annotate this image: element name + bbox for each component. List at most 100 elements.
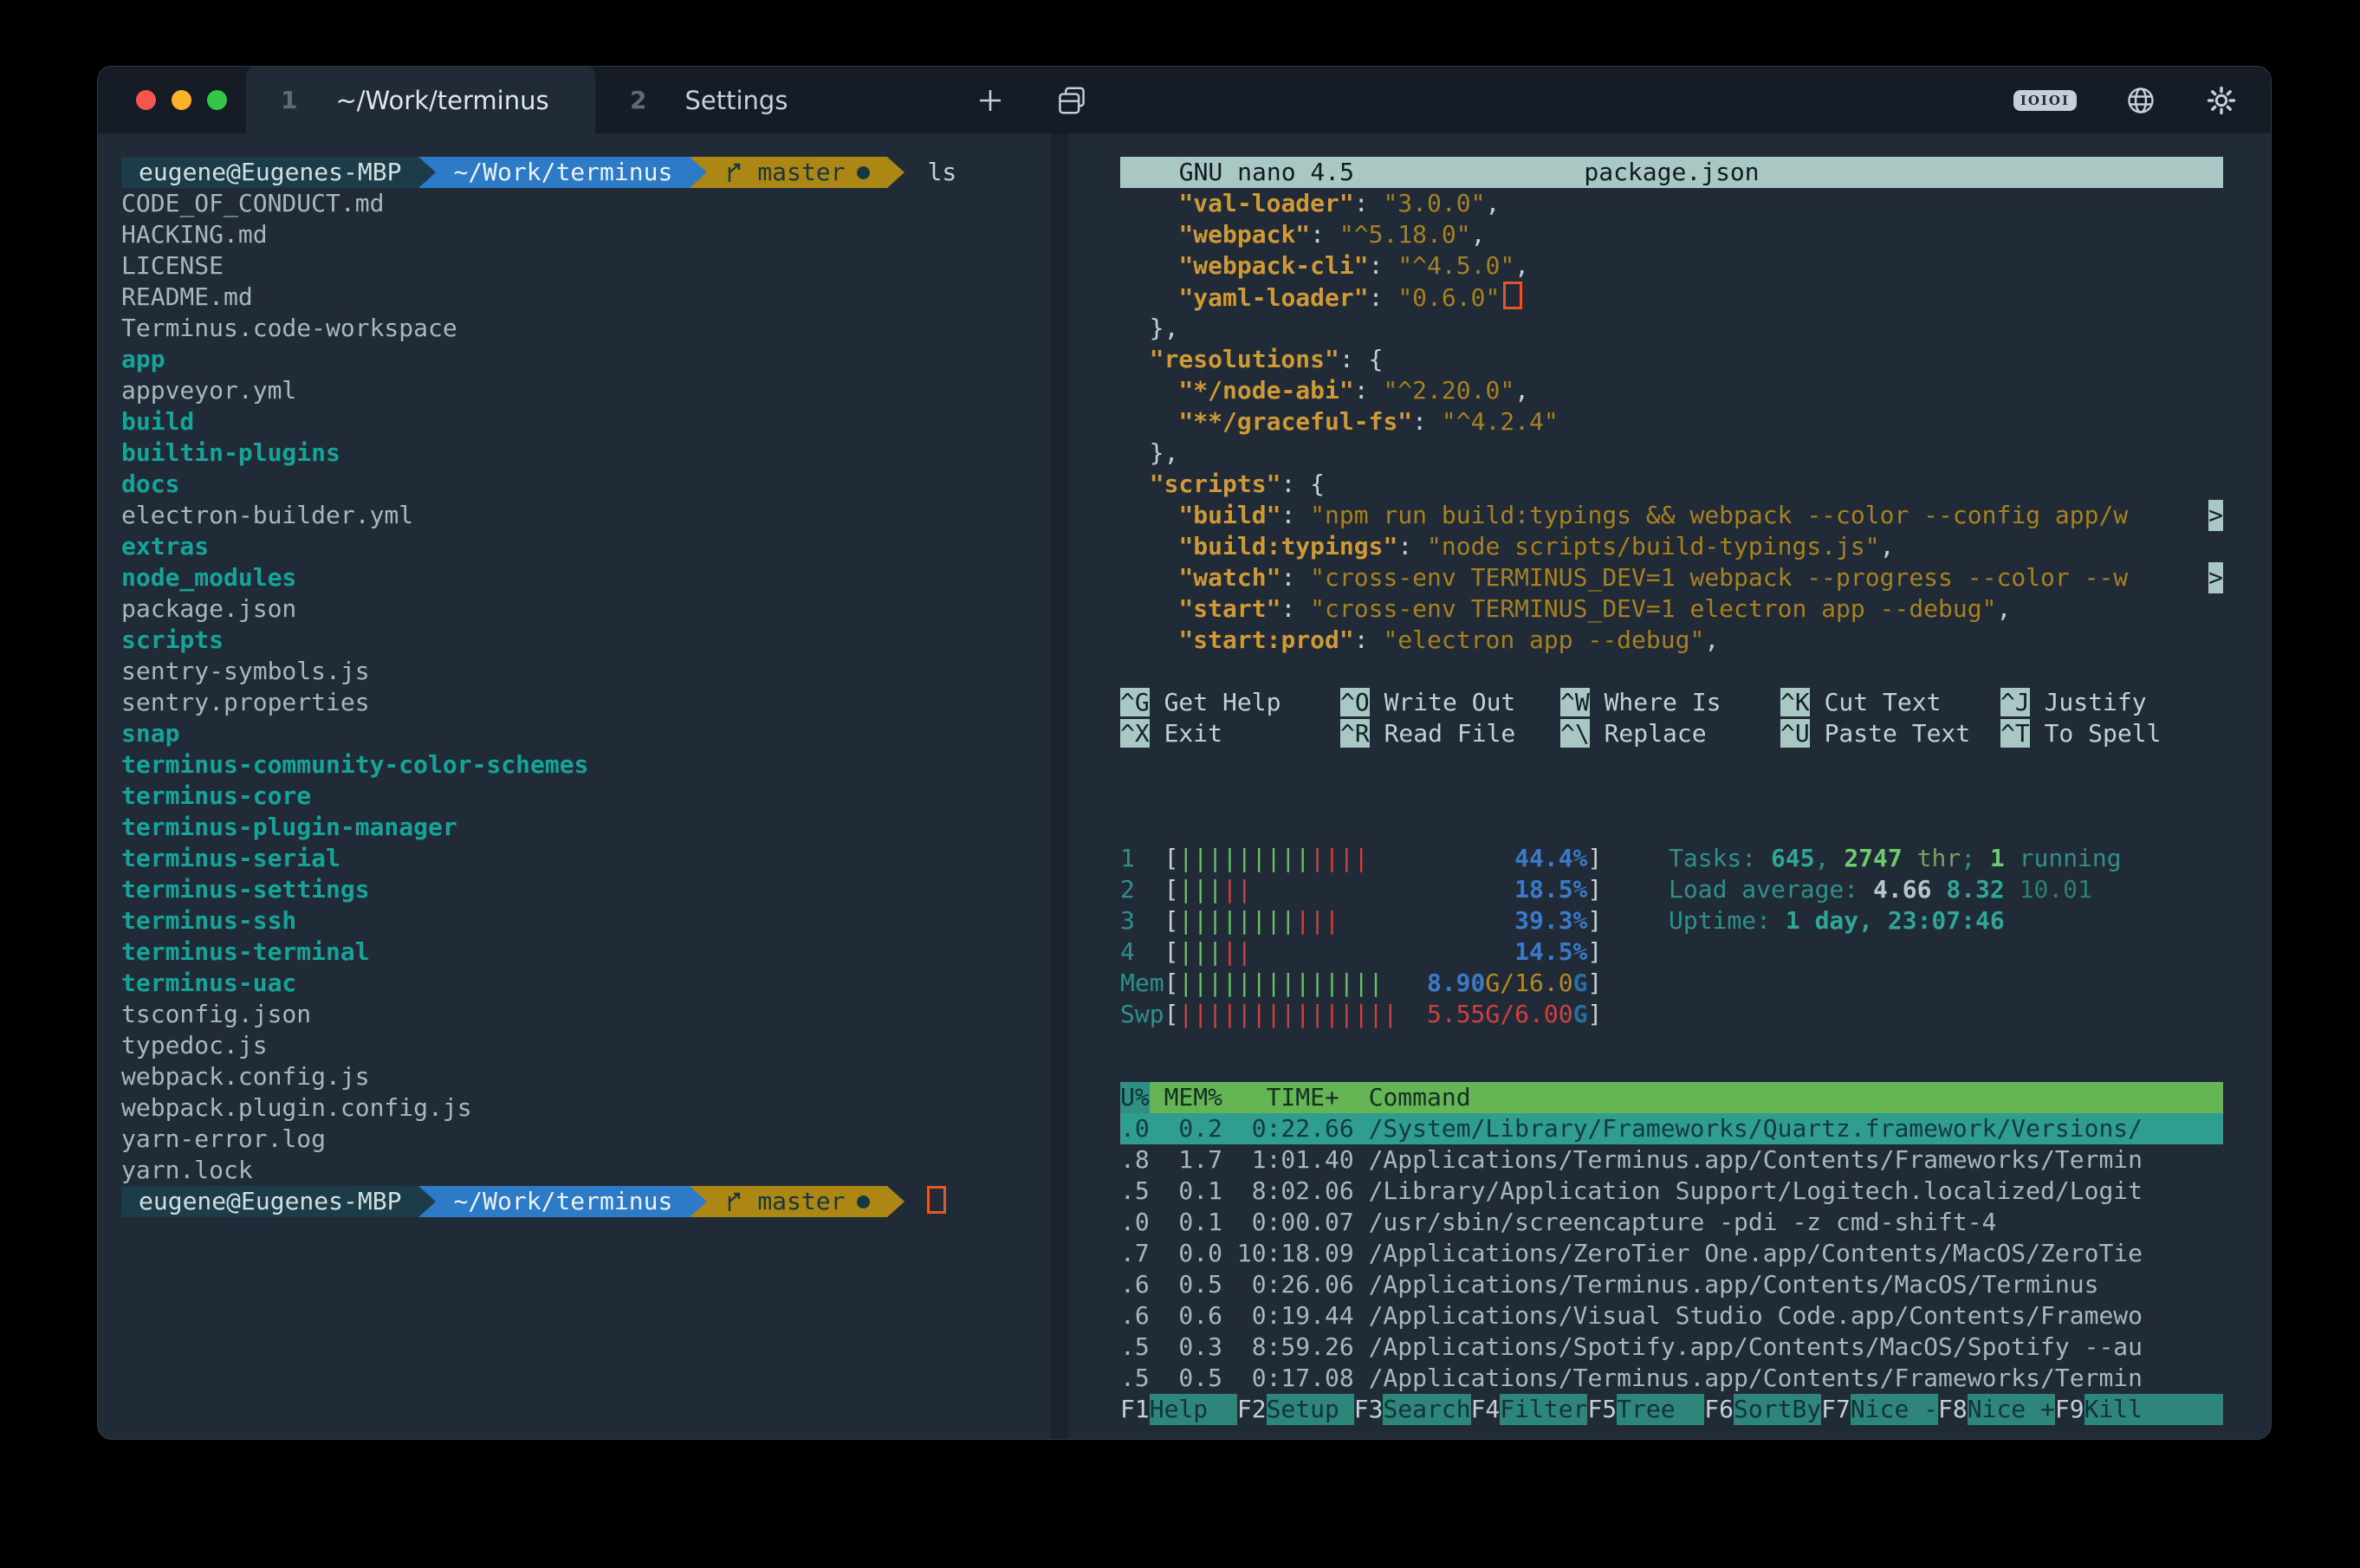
globe-button[interactable]: [2125, 85, 2156, 116]
powerline-arrow-icon: [690, 1186, 707, 1217]
nano-line: "watch": "cross-env TERMINUS_DEV=1 webpa…: [1120, 562, 2223, 593]
git-branch-icon: [724, 161, 745, 184]
meter-value: 44.4%: [1514, 843, 1587, 874]
process-row: .7 0.0 10:18.09 /Applications/ZeroTier O…: [1120, 1238, 2223, 1269]
fkey-action: Help: [1150, 1394, 1237, 1425]
file-entry: README.md: [121, 282, 1051, 313]
meter-label: 2: [1120, 874, 1164, 905]
line-continuation-marker: >: [2208, 500, 2223, 531]
terminal-pane-left[interactable]: eugene@Eugenes-MBP ~/Work/terminus master l…: [121, 157, 1051, 1422]
typed-command: ls: [927, 157, 956, 188]
powerline-arrow-icon: [418, 157, 436, 188]
tab-title: ~/Work/terminus: [335, 86, 548, 115]
meter-label: 1: [1120, 843, 1164, 874]
minimize-window-button[interactable]: [172, 90, 191, 110]
process-row: .5 0.5 0:17.08 /Applications/Terminus.ap…: [1120, 1363, 2223, 1394]
serial-keyboard-icon: IOIOI: [2013, 90, 2077, 111]
nano-line: "webpack-cli": "^4.5.0",: [1120, 250, 2223, 282]
nano-titlebar: GNU nano 4.5package.json: [1120, 157, 2223, 188]
line-continuation-marker: >: [2208, 562, 2223, 593]
nano-line: "*/node-abi": "^2.20.0",: [1120, 375, 2223, 406]
file-entry: yarn-error.log: [121, 1124, 1051, 1155]
table-column-headers: MEM% TIME+ Command: [1150, 1082, 2223, 1113]
titlebar-right-icons: IOIOI: [2013, 84, 2238, 117]
fkey-action: SortBy: [1734, 1394, 1821, 1425]
process-row: .6 0.6 0:19.44 /Applications/Visual Stud…: [1120, 1300, 2223, 1332]
file-entry: terminus-serial: [121, 843, 1051, 874]
nano-shortcut-row: ^G Get Help^O Write Out^W Where Is^K Cut…: [1120, 687, 2223, 718]
file-entry: terminus-uac: [121, 968, 1051, 999]
tab-settings[interactable]: 2 Settings: [595, 67, 944, 133]
powerline-arrow-icon: [418, 1186, 436, 1217]
shell-prompt: eugene@Eugenes-MBP~/Work/terminusmasterl…: [121, 157, 1051, 188]
gear-icon: [2205, 84, 2238, 117]
prompt-git-segment: master: [707, 1186, 887, 1217]
terminal-pane-right[interactable]: GNU nano 4.5package.json "val-loader": "…: [1120, 157, 2223, 1430]
file-entry: typedoc.js: [121, 1030, 1051, 1061]
meter-value: 14.5%: [1514, 936, 1587, 968]
window-content: eugene@Eugenes-MBP ~/Work/terminus master l…: [98, 133, 2271, 1439]
nano-line: "start:prod": "electron app --debug",: [1120, 625, 2223, 656]
split-duplicate-button[interactable]: [1055, 84, 1088, 117]
nano-shortcut: ^\ Replace: [1560, 718, 1780, 749]
file-entry: webpack.plugin.config.js: [121, 1092, 1051, 1124]
git-status-dot-icon: [857, 1195, 870, 1208]
serial-keyboard-button[interactable]: IOIOI: [2013, 90, 2077, 111]
nano-shortcut: ^U Paste Text: [1780, 718, 2000, 749]
meter-bar: |||||14.5%: [1178, 936, 1587, 968]
fkey-label: F9: [2055, 1394, 2084, 1425]
prompt-path-segment: ~/Work/terminus: [436, 1186, 690, 1217]
meter-row: Swp[|||||||||||||||5.55G/6.00G]: [1120, 999, 2223, 1030]
file-entry: extras: [121, 531, 1051, 562]
settings-gear-button[interactable]: [2205, 84, 2238, 117]
file-entry: snap: [121, 718, 1051, 749]
file-entry: webpack.config.js: [121, 1061, 1051, 1092]
close-window-button[interactable]: [136, 90, 156, 110]
nano-cursor: [1503, 282, 1522, 309]
file-entry: app: [121, 344, 1051, 375]
fkey-action: Nice -: [1851, 1394, 1938, 1425]
git-status-dot-icon: [857, 166, 870, 179]
meter-bar: |||||18.5%: [1178, 874, 1587, 905]
nano-filename: package.json: [1584, 157, 1759, 188]
file-entry: terminus-settings: [121, 874, 1051, 905]
meter-bar: ||||||||||||||8.90G/16.0G: [1178, 968, 1587, 999]
htop-stat-line: Uptime: 1 day, 23:07:46: [1669, 905, 2122, 936]
tab-work-terminus[interactable]: 1 ~/Work/terminus: [246, 67, 595, 133]
nano-shortcut: ^O Write Out: [1340, 687, 1560, 718]
pane-divider[interactable]: [1051, 133, 1068, 1439]
nano-shortcut: ^K Cut Text: [1780, 687, 2000, 718]
prompt-user-segment: eugene@Eugenes-MBP: [121, 157, 418, 188]
sort-column-header: U%: [1120, 1082, 1150, 1113]
fkey-label: F7: [1821, 1394, 1851, 1425]
git-branch-icon: [724, 1190, 745, 1213]
fkey-action: Filter: [1500, 1394, 1587, 1425]
meter-value: 39.3%: [1514, 905, 1587, 936]
process-row: .6 0.5 0:26.06 /Applications/Terminus.ap…: [1120, 1269, 2223, 1300]
nano-shortcut: ^G Get Help: [1120, 687, 1340, 718]
fkey-label: F4: [1471, 1394, 1501, 1425]
zoom-window-button[interactable]: [207, 90, 227, 110]
file-entry: tsconfig.json: [121, 999, 1051, 1030]
meter-row: Mem[||||||||||||||8.90G/16.0G]: [1120, 968, 2223, 999]
file-entry: Terminus.code-workspace: [121, 313, 1051, 344]
meter-label: Mem: [1120, 968, 1164, 999]
duplicate-icon: [1055, 84, 1088, 117]
nano-shortcut: ^W Where Is: [1560, 687, 1780, 718]
nano-line: "scripts": {: [1120, 469, 2223, 500]
process-row: .8 1.7 1:01.40 /Applications/Terminus.ap…: [1120, 1144, 2223, 1176]
meter-label: 3: [1120, 905, 1164, 936]
powerline-arrow-icon: [690, 157, 707, 188]
new-tab-button[interactable]: [974, 84, 1007, 117]
fkey-label: F6: [1704, 1394, 1734, 1425]
fkey-action: Nice +: [1968, 1394, 2055, 1425]
file-entry: electron-builder.yml: [121, 500, 1051, 531]
nano-line: },: [1120, 437, 2223, 469]
fkey-label: F2: [1237, 1394, 1267, 1425]
nano-line: "build:typings": "node scripts/build-typ…: [1120, 531, 2223, 562]
file-entry: terminus-core: [121, 781, 1051, 812]
file-entry: node_modules: [121, 562, 1051, 593]
nano-line: },: [1120, 313, 2223, 344]
htop-function-key-bar: F1Help F2Setup F3SearchF4FilterF5Tree F6…: [1120, 1394, 2223, 1425]
htop-stat-line: Tasks: 645, 2747 thr; 1 running: [1669, 843, 2122, 874]
